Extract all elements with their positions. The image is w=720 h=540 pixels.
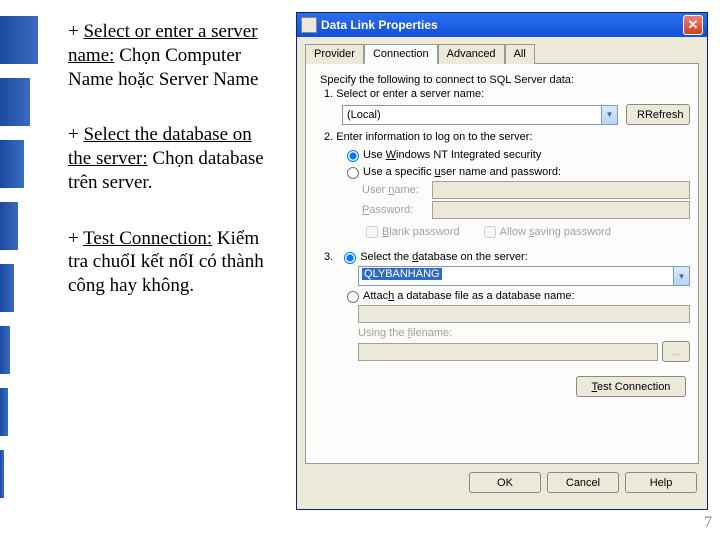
ok-button[interactable]: OK xyxy=(469,472,541,493)
server-name-combo[interactable]: ▼ xyxy=(342,105,618,125)
allow-save-password-check xyxy=(484,226,496,238)
step2-label: 2. Enter information to log on to the se… xyxy=(324,131,690,143)
radio-user-auth[interactable] xyxy=(347,167,359,179)
username-label: User name: xyxy=(362,184,432,196)
blank-password-label: Blank password xyxy=(382,226,460,238)
test-connection-button[interactable]: Test Connection xyxy=(576,376,686,397)
radio-nt-auth[interactable] xyxy=(347,150,359,162)
tab-all[interactable]: All xyxy=(505,44,535,64)
step3-num: 3. xyxy=(324,251,333,263)
close-button[interactable]: ✕ xyxy=(683,15,703,35)
page-number: 7 xyxy=(704,514,712,532)
radio-nt-auth-label: Use Windows NT Integrated security xyxy=(363,149,541,161)
help-button[interactable]: Help xyxy=(625,472,697,493)
password-label: Password: xyxy=(362,204,432,216)
step1-label: 1. Select or enter a server name: xyxy=(324,88,690,100)
titlebar: Data Link Properties ✕ xyxy=(297,13,707,37)
tab-advanced[interactable]: Advanced xyxy=(438,44,505,64)
dialog-button-bar: OK Cancel Help xyxy=(297,464,707,493)
radio-attach-db[interactable] xyxy=(347,291,359,303)
radio-user-auth-label: Use a specific user name and password: xyxy=(363,166,561,178)
blank-password-check xyxy=(366,226,378,238)
password-input xyxy=(432,201,690,219)
tab-provider[interactable]: Provider xyxy=(305,44,364,64)
app-icon xyxy=(301,17,317,33)
refresh-button[interactable]: RRefreshRefresh xyxy=(626,104,690,125)
intro-text: Specify the following to connect to SQL … xyxy=(320,74,690,86)
cancel-button[interactable]: Cancel xyxy=(547,472,619,493)
slide-notes: + Select or enter a server name: Chọn Co… xyxy=(68,20,278,330)
dialog-title: Data Link Properties xyxy=(321,18,683,32)
database-combo[interactable]: ▼ xyxy=(358,266,690,286)
radio-select-db[interactable] xyxy=(344,252,356,264)
tab-body-connection: Specify the following to connect to SQL … xyxy=(305,64,699,464)
username-input xyxy=(432,181,690,199)
tabstrip: Provider Connection Advanced All xyxy=(305,43,699,64)
filename-input xyxy=(358,343,658,361)
radio-attach-db-label: Attach a database file as a database nam… xyxy=(363,290,575,302)
database-dropdown-button[interactable]: ▼ xyxy=(674,266,690,286)
server-name-dropdown-button[interactable]: ▼ xyxy=(602,105,618,125)
slide-decoration xyxy=(0,0,46,540)
browse-button: ... xyxy=(662,341,690,362)
radio-select-db-label: Select the database on the server: xyxy=(360,251,528,263)
allow-save-password-label: Allow saving password xyxy=(500,226,611,238)
database-input[interactable] xyxy=(358,266,674,286)
using-filename-label: Using the filename: xyxy=(358,327,452,339)
server-name-input[interactable] xyxy=(342,105,602,125)
tab-connection[interactable]: Connection xyxy=(364,44,438,64)
attach-dbname-input xyxy=(358,305,690,323)
data-link-properties-dialog: Data Link Properties ✕ Provider Connecti… xyxy=(296,12,708,510)
